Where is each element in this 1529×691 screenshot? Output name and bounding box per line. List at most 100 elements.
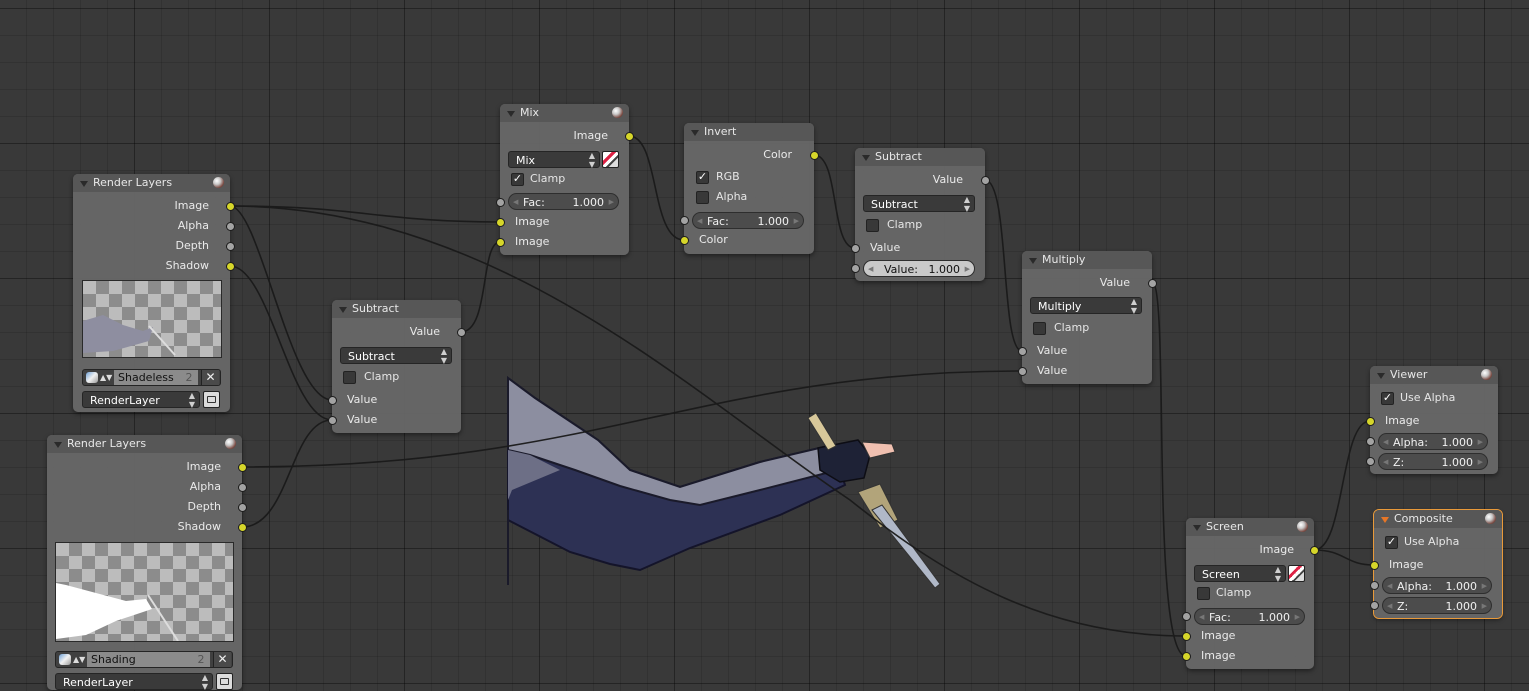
color-picker-icon[interactable] [1288, 565, 1305, 582]
blend-mode-dropdown[interactable]: Screen ▲ ▼ [1194, 565, 1286, 583]
clamp-checkbox[interactable] [1033, 322, 1046, 335]
socket-out-shadow[interactable] [238, 523, 247, 532]
decrement-arrow-icon[interactable]: ◀ [1383, 434, 1388, 451]
socket-in-z[interactable] [1366, 457, 1375, 466]
node-header[interactable]: Render Layers [73, 174, 230, 192]
render-camera-icon[interactable] [216, 673, 233, 690]
socket-out-image[interactable] [1310, 546, 1319, 555]
increment-arrow-icon[interactable]: ▶ [1478, 454, 1483, 471]
socket-out-shadow[interactable] [226, 262, 235, 271]
socket-out-value[interactable] [1148, 279, 1157, 288]
increment-arrow-icon[interactable]: ▶ [1295, 609, 1300, 626]
decrement-arrow-icon[interactable]: ◀ [1387, 578, 1392, 595]
clamp-checkbox[interactable]: ✓ [511, 173, 524, 186]
collapse-triangle-icon[interactable] [507, 111, 515, 117]
decrement-arrow-icon[interactable]: ◀ [513, 194, 518, 211]
operation-dropdown[interactable]: Subtract ▲ ▼ [340, 347, 452, 365]
blend-mode-dropdown[interactable]: Mix ▲ ▼ [508, 151, 600, 169]
node-header[interactable]: Screen [1186, 518, 1314, 536]
collapse-triangle-icon[interactable] [1193, 525, 1201, 531]
collapse-triangle-icon[interactable] [80, 181, 88, 187]
increment-arrow-icon[interactable]: ▶ [609, 194, 614, 211]
mix-node[interactable]: Mix Image Mix ▲ ▼ ✓ Clamp ◀ Fac: 1.000 ▶ Imag… [496, 104, 634, 255]
socket-out-depth[interactable] [226, 242, 235, 251]
fac-field[interactable]: ◀ Fac: 1.000 ▶ [508, 193, 619, 210]
layer-name-field[interactable]: Shading [87, 652, 192, 667]
operation-dropdown[interactable]: Multiply ▲ ▼ [1030, 297, 1142, 315]
use-alpha-checkbox[interactable]: ✓ [1381, 392, 1394, 405]
clamp-checkbox[interactable] [1197, 587, 1210, 600]
socket-in-image-1[interactable] [496, 218, 505, 227]
render-layers-node-2[interactable]: Render Layers Image Alpha Depth Shadow ▲… [47, 435, 247, 691]
increment-arrow-icon[interactable]: ▶ [1482, 598, 1487, 615]
clamp-checkbox[interactable] [343, 371, 356, 384]
socket-in-image-2[interactable] [1182, 652, 1191, 661]
color-picker-icon[interactable] [602, 151, 619, 168]
increment-arrow-icon[interactable]: ▶ [965, 261, 970, 278]
collapse-triangle-icon[interactable] [54, 442, 62, 448]
socket-out-value[interactable] [457, 328, 466, 337]
socket-in-value-1[interactable] [328, 396, 337, 405]
socket-out-alpha[interactable] [238, 483, 247, 492]
socket-in-image-2[interactable] [496, 238, 505, 247]
viewer-node[interactable]: Viewer ✓ Use Alpha Image ◀ Alpha: 1.000 ▶ ◀… [1366, 366, 1498, 474]
use-alpha-checkbox[interactable]: ✓ [1385, 536, 1398, 549]
invert-node[interactable]: Invert Color ✓ RGB Alpha ◀ Fac: 1.000 ▶ Col… [680, 123, 819, 254]
layer-selector[interactable]: ▲▼ Shadeless 2 ✕ [82, 369, 221, 386]
socket-out-alpha[interactable] [226, 222, 235, 231]
clamp-checkbox[interactable] [866, 219, 879, 232]
multiply-node[interactable]: Multiply Value Multiply ▲ ▼ Clamp Value Va… [1018, 251, 1157, 384]
subtract-node-2[interactable]: Subtract Value Subtract ▲ ▼ Clamp Value ◀ V… [851, 148, 990, 281]
scene-layer-dropdown[interactable]: RenderLayer ▲ ▼ [55, 673, 213, 691]
z-field[interactable]: ◀ Z: 1.000 ▶ [1378, 453, 1488, 470]
socket-out-value[interactable] [981, 176, 990, 185]
layer-selector[interactable]: ▲▼ Shading 2 ✕ [55, 651, 233, 668]
socket-in-fac[interactable] [496, 198, 505, 207]
socket-in-value-1[interactable] [1018, 347, 1027, 356]
node-header[interactable]: Multiply [1022, 251, 1152, 269]
render-layers-node-1[interactable]: Render Layers Image Alpha Depth Shadow ▲… [73, 174, 235, 412]
composite-node[interactable]: Composite ✓ Use Alpha Image ◀ Alpha: 1.000… [1370, 509, 1503, 619]
collapse-triangle-icon[interactable] [691, 130, 699, 136]
node-header[interactable]: Subtract [332, 300, 461, 318]
collapse-triangle-icon[interactable] [862, 155, 870, 161]
socket-in-z[interactable] [1370, 601, 1379, 610]
socket-out-color[interactable] [810, 151, 819, 160]
increment-arrow-icon[interactable]: ▶ [794, 213, 799, 230]
layer-name-field[interactable]: Shadeless [114, 370, 180, 385]
preview-sphere-icon[interactable] [612, 107, 623, 118]
decrement-arrow-icon[interactable]: ◀ [1199, 609, 1204, 626]
node-header[interactable]: Viewer [1370, 366, 1498, 384]
node-header[interactable]: Render Layers [47, 435, 242, 453]
collapse-triangle-icon[interactable] [1377, 373, 1385, 379]
rgb-checkbox[interactable]: ✓ [696, 171, 709, 184]
socket-in-value-2[interactable] [851, 264, 860, 273]
fac-field[interactable]: ◀ Fac: 1.000 ▶ [1194, 608, 1305, 625]
socket-in-image[interactable] [1366, 417, 1375, 426]
increment-arrow-icon[interactable]: ▶ [1478, 434, 1483, 451]
socket-out-image[interactable] [226, 202, 235, 211]
socket-in-value[interactable] [851, 244, 860, 253]
alpha-checkbox[interactable] [696, 191, 709, 204]
node-header[interactable]: Subtract [855, 148, 985, 166]
scene-layer-dropdown[interactable]: RenderLayer ▲ ▼ [82, 391, 200, 409]
collapse-triangle-icon[interactable] [1029, 258, 1037, 264]
fac-field[interactable]: ◀ Fac: 1.000 ▶ [692, 212, 804, 229]
node-header[interactable]: Mix [500, 104, 629, 122]
socket-in-color[interactable] [680, 236, 689, 245]
increment-arrow-icon[interactable]: ▶ [1482, 578, 1487, 595]
decrement-arrow-icon[interactable]: ◀ [1387, 598, 1392, 615]
preview-sphere-icon[interactable] [225, 438, 236, 449]
socket-in-alpha[interactable] [1370, 581, 1379, 590]
alpha-field[interactable]: ◀ Alpha: 1.000 ▶ [1378, 433, 1488, 450]
socket-in-fac[interactable] [1182, 612, 1191, 621]
node-header[interactable]: Invert [684, 123, 814, 141]
socket-out-image[interactable] [238, 463, 247, 472]
preview-sphere-icon[interactable] [1481, 369, 1492, 380]
preview-sphere-icon[interactable] [1297, 521, 1308, 532]
socket-out-image[interactable] [625, 132, 634, 141]
decrement-arrow-icon[interactable]: ◀ [697, 213, 702, 230]
socket-in-image[interactable] [1370, 561, 1379, 570]
preview-sphere-icon[interactable] [213, 177, 224, 188]
value-field[interactable]: ◀ Value: 1.000 ▶ [863, 260, 975, 277]
